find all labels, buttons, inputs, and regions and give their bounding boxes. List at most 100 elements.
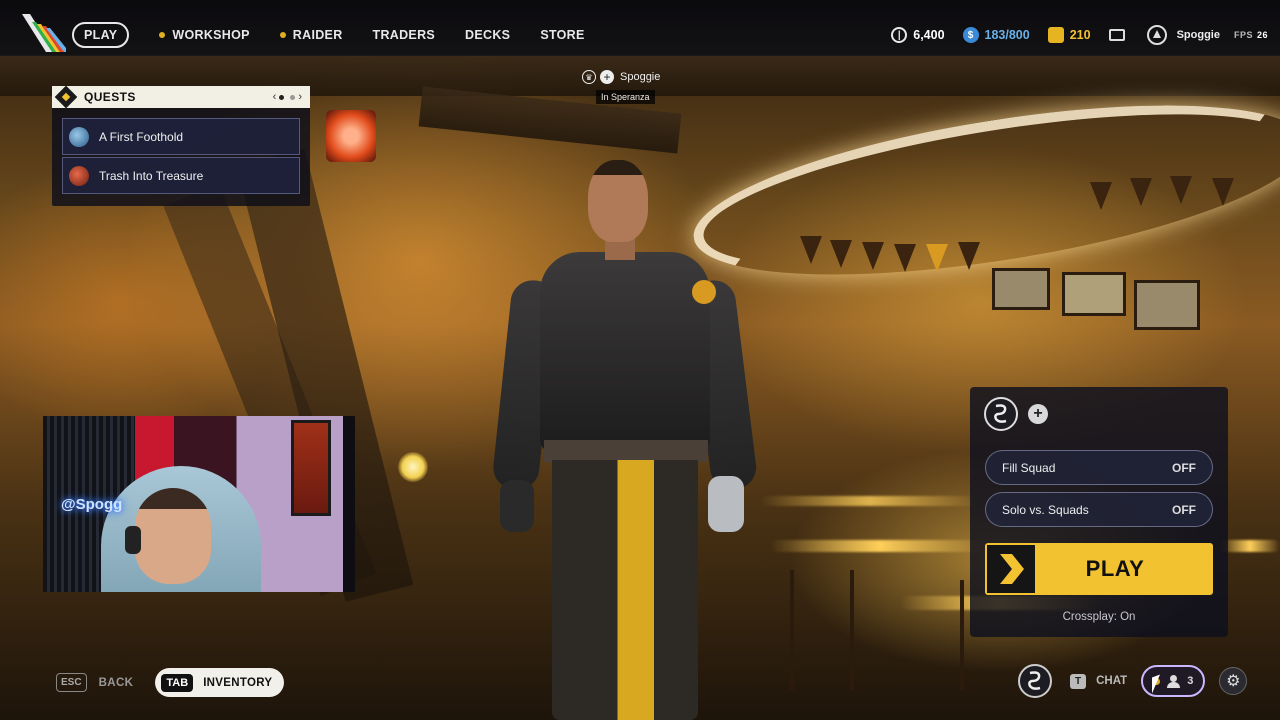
player-location: In Speranza [596, 90, 655, 104]
pager-dot[interactable] [290, 94, 296, 100]
nav-store[interactable]: STORE [540, 22, 584, 48]
bottom-left-controls: ESC BACK TAB INVENTORY [56, 668, 285, 697]
nameplate-name: Spoggie [620, 71, 661, 83]
pager-prev-button[interactable]: ‹ [273, 91, 277, 103]
bar-stool [790, 570, 794, 690]
bottom-right-controls: T CHAT 3 ⚙ [1018, 664, 1248, 698]
tokens-display[interactable]: $ 183/800 [962, 27, 1030, 43]
back-button[interactable]: BACK [99, 677, 134, 689]
solo-vs-squads-toggle[interactable]: Solo vs. Squads OFF [985, 492, 1213, 527]
pennant [958, 242, 980, 270]
inventory-button[interactable]: TAB INVENTORY [155, 668, 285, 697]
nav-workshop[interactable]: WORKSHOP [159, 22, 249, 48]
main-nav: PLAY WORKSHOP RAIDER TRADERS DECKS STORE [72, 22, 615, 48]
friends-count: 3 [1187, 675, 1194, 687]
nav-traders-label: TRADERS [372, 28, 436, 42]
pennant [830, 240, 852, 268]
esc-key-hint: ESC [56, 673, 87, 692]
nav-raider[interactable]: RAIDER [279, 22, 343, 48]
nav-decks[interactable]: DECKS [465, 22, 510, 48]
pennant [862, 242, 884, 270]
neon-sign-text: @Spogg [61, 496, 123, 513]
coin-icon: | [891, 27, 908, 43]
squad-avatar[interactable] [984, 397, 1018, 431]
poster-frame [291, 420, 331, 516]
currency-bar: | 6,400 $ 183/800 210 Spoggie FPS 26 [891, 0, 1280, 70]
inventory-label: INVENTORY [203, 676, 273, 689]
counter-light [760, 496, 980, 506]
pennant [1170, 176, 1192, 204]
screen-monitor [1062, 272, 1126, 316]
solo-vs-squads-label: Solo vs. Squads [1002, 502, 1089, 517]
quest-item[interactable]: Trash Into Treasure [62, 157, 300, 194]
chat-key-hint: T [1070, 673, 1087, 689]
bar-stool [850, 570, 854, 690]
play-button[interactable]: PLAY [985, 543, 1213, 595]
tokens-value: 183/800 [984, 28, 1030, 42]
nav-play[interactable]: PLAY [72, 22, 130, 48]
quests-pager: ‹ › [273, 91, 302, 103]
character-model [491, 160, 770, 720]
tab-key-hint: TAB [161, 673, 194, 692]
screen-monitor [992, 268, 1050, 310]
profile-avatar[interactable] [1018, 664, 1052, 698]
fps-label: FPS [1233, 30, 1253, 40]
snake-emblem-icon [1028, 671, 1041, 690]
fill-squad-state: OFF [1172, 460, 1196, 475]
quest-list: A First Foothold Trash Into Treasure [52, 108, 310, 194]
screen-monitor [1134, 280, 1200, 330]
quests-title: QUESTS [84, 90, 136, 104]
quest-name: Trash Into Treasure [99, 168, 204, 183]
quest-item[interactable]: A First Foothold [62, 118, 300, 155]
game-logo[interactable] [18, 12, 66, 54]
hanging-lamp [398, 452, 428, 482]
coins-display[interactable]: | 6,400 [891, 27, 945, 43]
friends-button[interactable]: 3 [1141, 665, 1206, 697]
chevron-right-icon [987, 545, 1035, 593]
nav-store-label: STORE [540, 28, 585, 42]
pager-next-button[interactable]: › [298, 91, 302, 103]
quest-badge-icon [69, 126, 89, 147]
player-nameplate: ♛ + Spoggie In Speranza [582, 70, 682, 105]
pager-dot[interactable] [279, 94, 285, 100]
squad-row: + [984, 397, 1048, 431]
counter-light [770, 540, 990, 552]
seeds-display[interactable]: 210 [1047, 27, 1091, 43]
pennant [1212, 178, 1234, 206]
add-squad-member-button[interactable]: + [1028, 404, 1048, 424]
mail-icon[interactable] [1108, 29, 1125, 41]
streamer-face [135, 488, 211, 584]
nav-traders[interactable]: TRADERS [373, 22, 436, 48]
friends-icon [1166, 675, 1182, 688]
quests-panel: QUESTS ‹ › A First Foothold Trash Into T… [52, 85, 310, 206]
coins-value: 6,400 [913, 28, 945, 42]
quest-icon [54, 85, 78, 109]
quest-name: A First Foothold [99, 129, 184, 144]
fps-counter: FPS 26 [1234, 30, 1268, 40]
rank-icon[interactable] [1146, 25, 1167, 45]
notification-dot [159, 32, 166, 38]
pennant [894, 244, 916, 272]
crown-icon: ♛ [582, 70, 596, 84]
quest-badge-icon [69, 165, 89, 186]
gear-icon[interactable]: ⚙ [1219, 667, 1248, 695]
fps-value: 26 [1256, 30, 1268, 40]
headphones [125, 526, 141, 554]
pennant [800, 236, 822, 264]
solo-vs-squads-state: OFF [1172, 502, 1196, 517]
fill-squad-toggle[interactable]: Fill Squad OFF [985, 450, 1213, 485]
crossplay-status: Crossplay: On [1062, 611, 1136, 623]
nav-raider-label: RAIDER [292, 28, 343, 42]
pennant [926, 244, 948, 272]
notification-dot [279, 32, 286, 38]
counter-light [1220, 540, 1280, 552]
add-friend-icon[interactable]: + [600, 70, 614, 84]
pennant [1090, 182, 1112, 210]
chat-button[interactable]: CHAT [1096, 675, 1127, 687]
seeds-value: 210 [1069, 28, 1091, 42]
signal-light [326, 110, 376, 162]
play-button-label: PLAY [1085, 556, 1145, 581]
player-name[interactable]: Spoggie [1177, 29, 1220, 41]
bar-stool [960, 580, 964, 690]
webcam-overlay: @Spogg [43, 416, 355, 592]
